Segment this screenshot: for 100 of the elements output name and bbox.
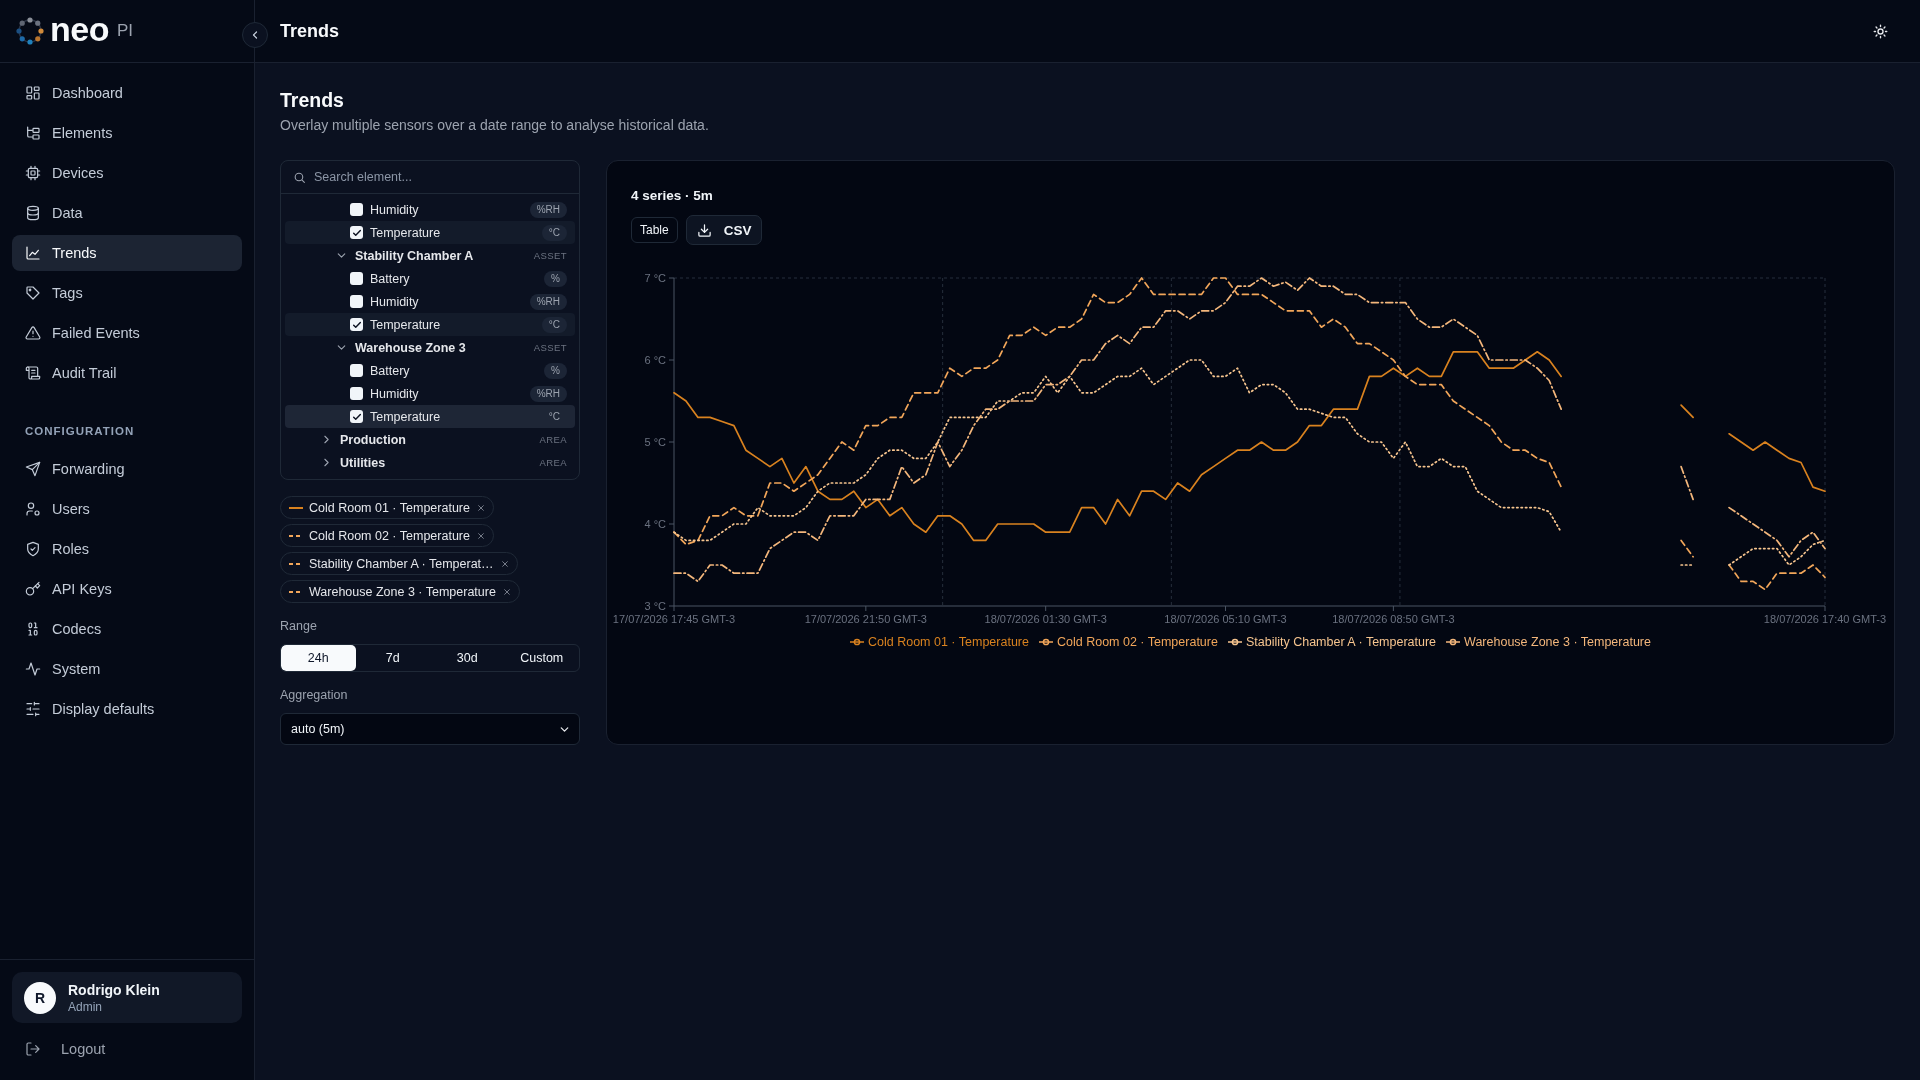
range-option[interactable]: 7d	[355, 645, 430, 671]
sidebar-nav-link[interactable]: Users	[12, 491, 242, 527]
unit-badge: °C	[541, 316, 567, 333]
chip-label: Cold Room 01 · Temperature	[309, 500, 470, 515]
scroll-icon	[25, 365, 41, 381]
range-option[interactable]: 30d	[430, 645, 505, 671]
sidebar-nav-link[interactable]: System	[12, 651, 242, 687]
x-axis-label: 18/07/2026 17:40 GMT-3	[1763, 613, 1887, 625]
y-axis-label: 6 °C	[644, 354, 666, 366]
unit-badge: %RH	[529, 293, 567, 310]
remove-button[interactable]	[475, 502, 486, 513]
legend-label: Stability Chamber A · Temperature	[1245, 635, 1437, 649]
logout-icon	[25, 1041, 41, 1057]
checkbox[interactable]	[350, 203, 363, 216]
tree-node-label[interactable]: Utilities	[340, 455, 533, 470]
search-icon	[293, 170, 306, 184]
checkbox[interactable]	[350, 318, 363, 331]
sidebar-nav-link[interactable]: Roles	[12, 531, 242, 567]
user-role: Admin	[68, 999, 103, 1014]
checkbox[interactable]	[350, 272, 363, 285]
checkbox[interactable]	[350, 295, 363, 308]
logo-wordmark: neo	[50, 11, 109, 46]
binary-icon	[25, 621, 41, 637]
close-icon	[502, 587, 511, 596]
sensor-label[interactable]: Humidity	[370, 386, 523, 401]
sensor-label[interactable]: Battery	[370, 271, 538, 286]
range-option[interactable]: Custom	[504, 645, 579, 671]
sidebar-nav-link[interactable]: Trends	[12, 235, 242, 271]
chart-summary: 4 series · 5m	[631, 187, 713, 205]
x-axis-label: 17/07/2026 17:45 GMT-3	[612, 613, 736, 625]
range-option[interactable]: 24h	[281, 645, 356, 671]
field-label: Range	[280, 619, 317, 634]
pulse-icon	[25, 661, 41, 677]
close-icon	[476, 531, 485, 540]
y-axis-label: 7 °C	[644, 272, 666, 284]
line-chart-icon	[25, 245, 41, 261]
search-field[interactable]: Search element...	[314, 166, 567, 188]
tree-structure-icon	[25, 125, 41, 141]
section-heading: CONFIGURATION	[25, 424, 135, 439]
user-card[interactable]: R Rodrigo Klein Admin	[12, 972, 242, 1023]
tag-icon	[25, 285, 41, 301]
x-axis-label: 18/07/2026 05:10 GMT-3	[1164, 613, 1287, 625]
user-gear-icon	[25, 501, 41, 517]
sliders-icon	[25, 701, 41, 717]
logout-link[interactable]: Logout	[12, 1031, 242, 1067]
sidebar-nav-link[interactable]: Tags	[12, 275, 242, 311]
sidebar-nav-link[interactable]: API Keys	[12, 571, 242, 607]
remove-button[interactable]	[475, 530, 486, 541]
sensor-label[interactable]: Temperature	[370, 317, 535, 332]
database-icon	[25, 205, 41, 221]
checkbox[interactable]	[350, 410, 363, 423]
node-type-label: ASSET	[533, 342, 567, 353]
page-title: Trends	[280, 88, 345, 112]
y-axis-label: 4 °C	[644, 518, 666, 530]
sidebar-nav-link[interactable]: Audit Trail	[12, 355, 242, 391]
field-label: Aggregation	[280, 688, 348, 703]
close-icon	[476, 503, 485, 512]
y-axis-label: 3 °C	[644, 600, 666, 612]
x-axis-label: 18/07/2026 08:50 GMT-3	[1332, 613, 1455, 625]
sensor-label[interactable]: Battery	[370, 363, 538, 378]
check-icon	[351, 227, 362, 238]
unit-badge: °C	[541, 224, 567, 241]
aggregation-select[interactable]: auto (5m)	[280, 713, 580, 745]
sun-icon	[1873, 23, 1888, 39]
unit-badge: %	[544, 270, 567, 287]
sidebar-nav-link[interactable]: Elements	[12, 115, 242, 151]
node-type-label: AREA	[539, 457, 567, 468]
checkbox[interactable]	[350, 387, 363, 400]
processor-chip-icon	[25, 165, 41, 181]
shield-check-icon	[25, 541, 41, 557]
sidebar-nav-link[interactable]: Dashboard	[12, 75, 242, 111]
checkbox[interactable]	[350, 364, 363, 377]
table-view-button[interactable]: Table	[631, 217, 678, 243]
check-icon	[351, 411, 362, 422]
theme-toggle-button[interactable]	[1873, 23, 1888, 39]
tree-node-label[interactable]: Stability Chamber A	[355, 248, 527, 263]
tree-node-label[interactable]: Warehouse Zone 3	[355, 340, 527, 355]
remove-button[interactable]	[501, 586, 512, 597]
sidebar-nav-link[interactable]: Devices	[12, 155, 242, 191]
tree-node-label[interactable]: Production	[340, 432, 533, 447]
x-axis-label: 18/07/2026 01:30 GMT-3	[984, 613, 1107, 625]
y-axis-label: 5 °C	[644, 436, 666, 448]
x-axis-label: 17/07/2026 21:50 GMT-3	[804, 613, 927, 625]
header-title: Trends	[280, 20, 340, 42]
sidebar-nav-link[interactable]: Codecs	[12, 611, 242, 647]
csv-download-button[interactable]: CSV	[685, 215, 763, 245]
sidebar-nav-link[interactable]: Display defaults	[12, 691, 242, 727]
check-icon	[351, 319, 362, 330]
unit-label: °C	[547, 409, 561, 424]
sensor-label[interactable]: Temperature	[370, 225, 535, 240]
sensor-label[interactable]: Humidity	[370, 202, 523, 217]
sensor-label[interactable]: Humidity	[370, 294, 523, 309]
sidebar-nav-link[interactable]: Data	[12, 195, 242, 231]
sidebar-nav-link[interactable]: Forwarding	[12, 451, 242, 487]
sensor-label[interactable]: Temperature	[370, 409, 535, 424]
sidebar-nav-link[interactable]: Failed Events	[12, 315, 242, 351]
unit-badge: %RH	[529, 385, 567, 402]
page-description: Overlay multiple sensors over a date range to analyse historical data.	[280, 116, 710, 134]
checkbox[interactable]	[350, 226, 363, 239]
remove-button[interactable]	[499, 558, 510, 569]
